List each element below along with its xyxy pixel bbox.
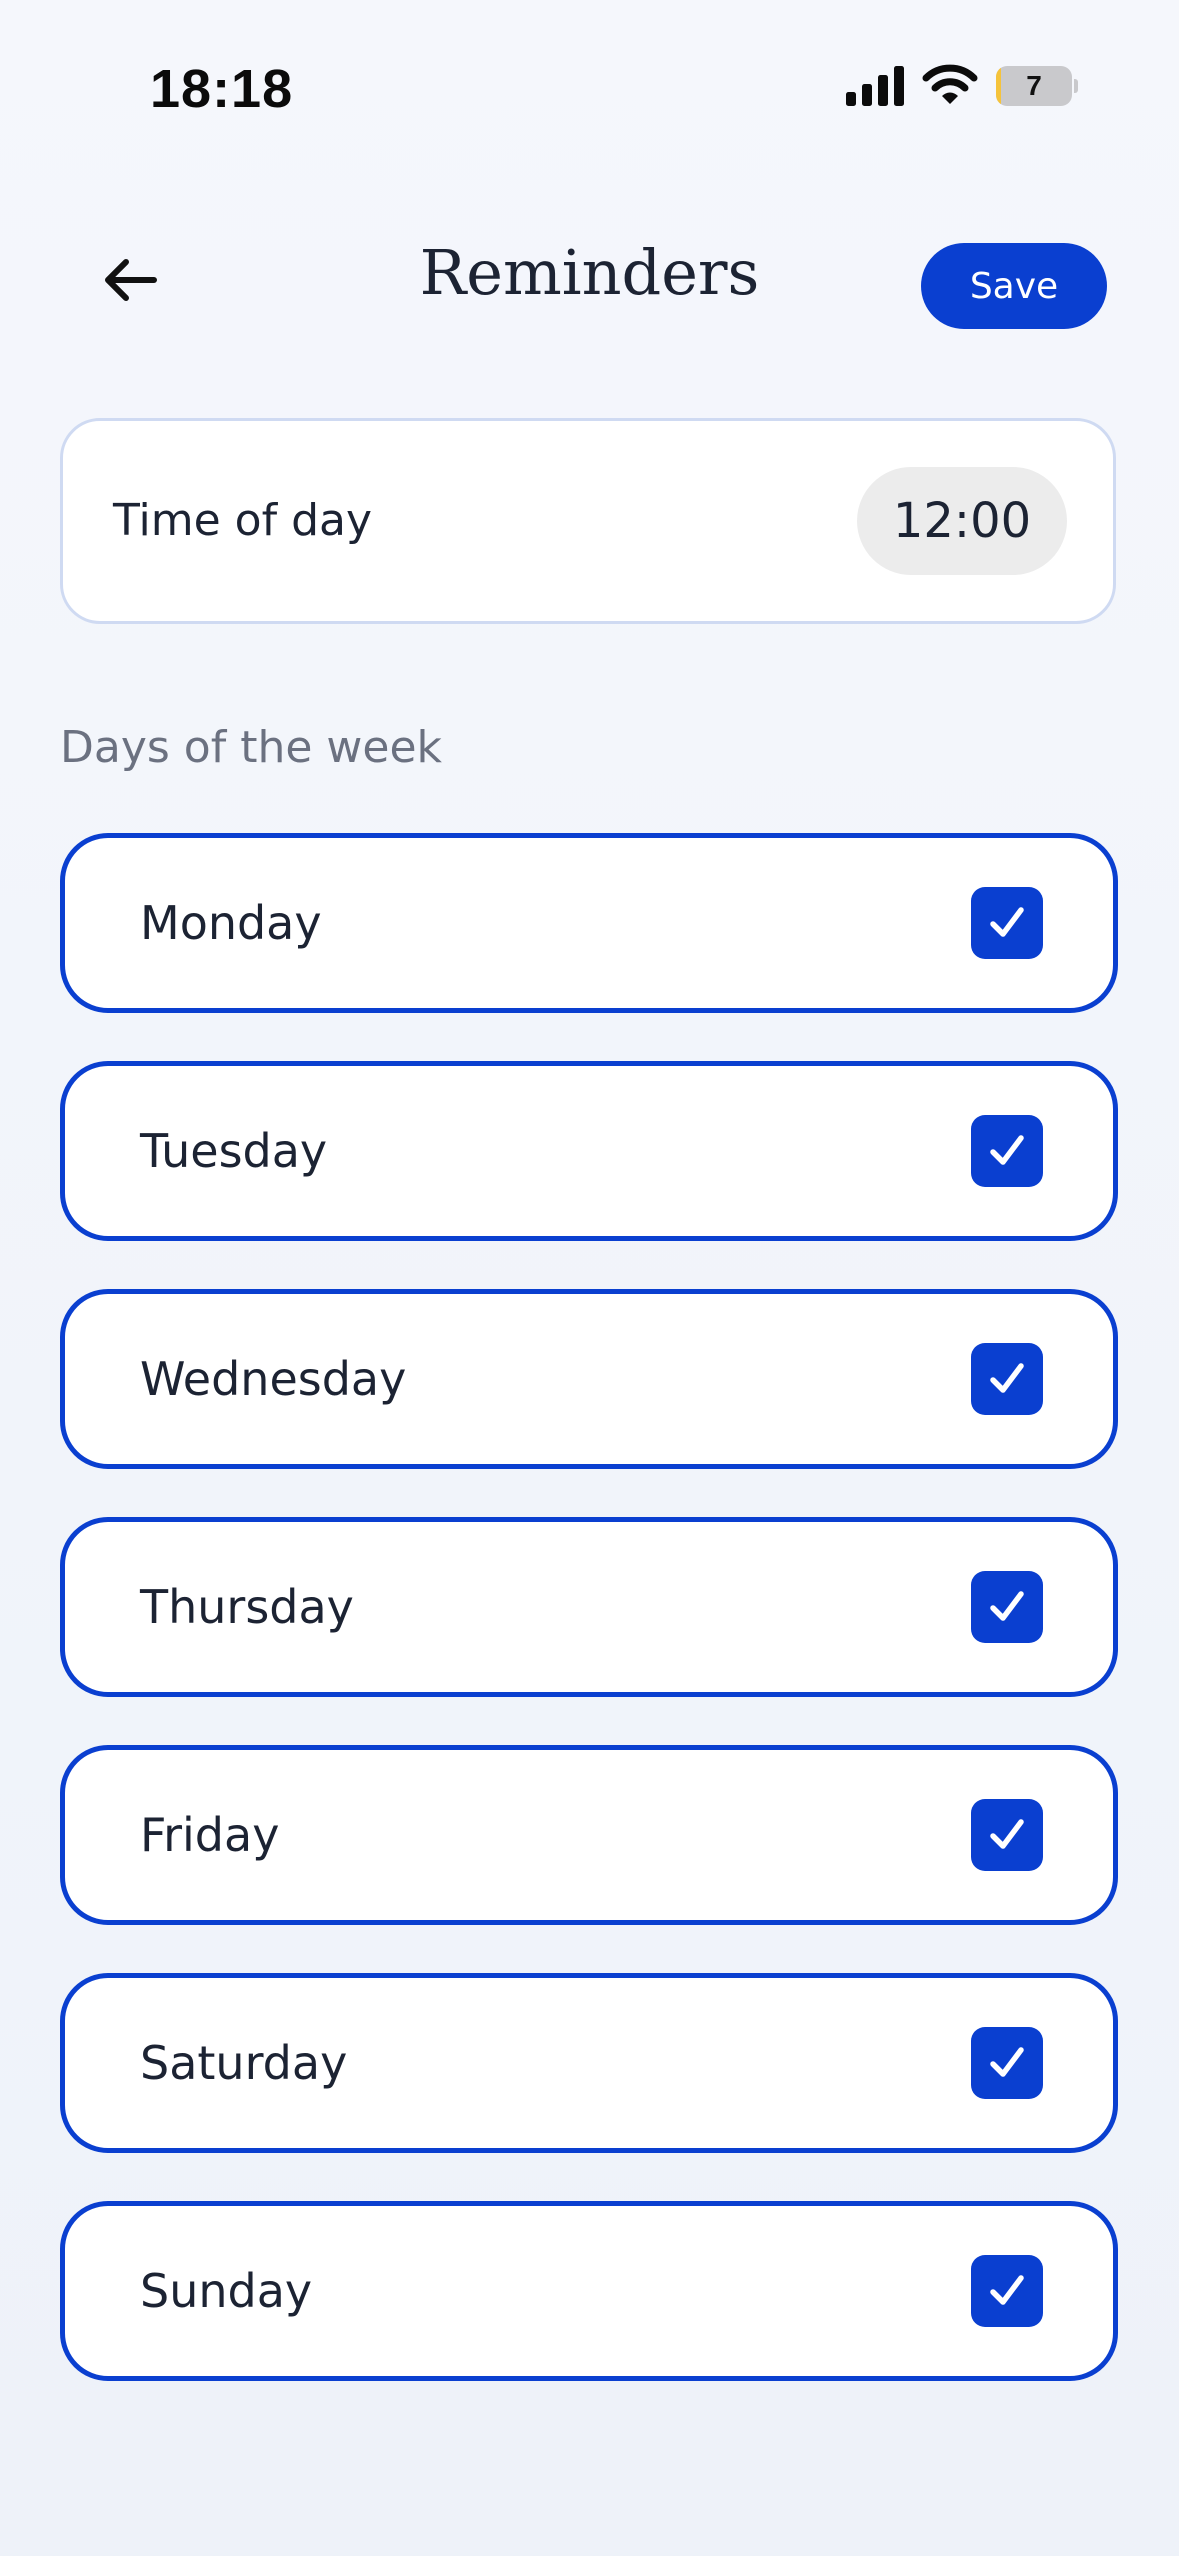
day-checkbox[interactable] bbox=[971, 1571, 1043, 1643]
checkmark-icon bbox=[990, 1819, 1024, 1849]
day-label: Sunday bbox=[140, 2264, 313, 2318]
day-checkbox[interactable] bbox=[971, 2027, 1043, 2099]
time-picker-button[interactable]: 12:00 bbox=[857, 467, 1067, 575]
day-label: Monday bbox=[140, 896, 322, 950]
day-checkbox[interactable] bbox=[971, 887, 1043, 959]
day-checkbox[interactable] bbox=[971, 1343, 1043, 1415]
day-label: Saturday bbox=[140, 2036, 348, 2090]
day-label: Friday bbox=[140, 1808, 280, 1862]
checkmark-icon bbox=[990, 2047, 1024, 2077]
day-label: Thursday bbox=[140, 1580, 354, 1634]
day-row-thursday[interactable]: Thursday bbox=[60, 1517, 1118, 1697]
arrow-left-icon bbox=[105, 259, 157, 301]
checkmark-icon bbox=[990, 1591, 1024, 1621]
day-row-sunday[interactable]: Sunday bbox=[60, 2201, 1118, 2381]
day-checkbox[interactable] bbox=[971, 1799, 1043, 1871]
checkmark-icon bbox=[990, 907, 1024, 937]
day-row-tuesday[interactable]: Tuesday bbox=[60, 1061, 1118, 1241]
day-checkbox[interactable] bbox=[971, 1115, 1043, 1187]
days-section-heading: Days of the week bbox=[60, 722, 442, 773]
day-label: Wednesday bbox=[140, 1352, 407, 1406]
wifi-icon bbox=[922, 64, 978, 104]
time-of-day-card: Time of day 12:00 bbox=[60, 418, 1116, 624]
checkmark-icon bbox=[990, 1135, 1024, 1165]
status-bar: 18:18 7 bbox=[0, 0, 1179, 170]
day-row-monday[interactable]: Monday bbox=[60, 833, 1118, 1013]
day-row-saturday[interactable]: Saturday bbox=[60, 1973, 1118, 2153]
checkmark-icon bbox=[990, 2275, 1024, 2305]
save-button[interactable]: Save bbox=[921, 243, 1107, 329]
status-time: 18:18 bbox=[150, 59, 294, 119]
battery-level: 7 bbox=[1026, 70, 1042, 101]
back-button[interactable] bbox=[90, 240, 170, 320]
cellular-signal-icon bbox=[846, 66, 904, 106]
day-label: Tuesday bbox=[140, 1124, 328, 1178]
day-checkbox[interactable] bbox=[971, 2255, 1043, 2327]
day-row-wednesday[interactable]: Wednesday bbox=[60, 1289, 1118, 1469]
checkmark-icon bbox=[990, 1363, 1024, 1393]
battery-icon: 7 bbox=[996, 66, 1078, 106]
time-of-day-label: Time of day bbox=[113, 495, 372, 546]
day-row-friday[interactable]: Friday bbox=[60, 1745, 1118, 1925]
